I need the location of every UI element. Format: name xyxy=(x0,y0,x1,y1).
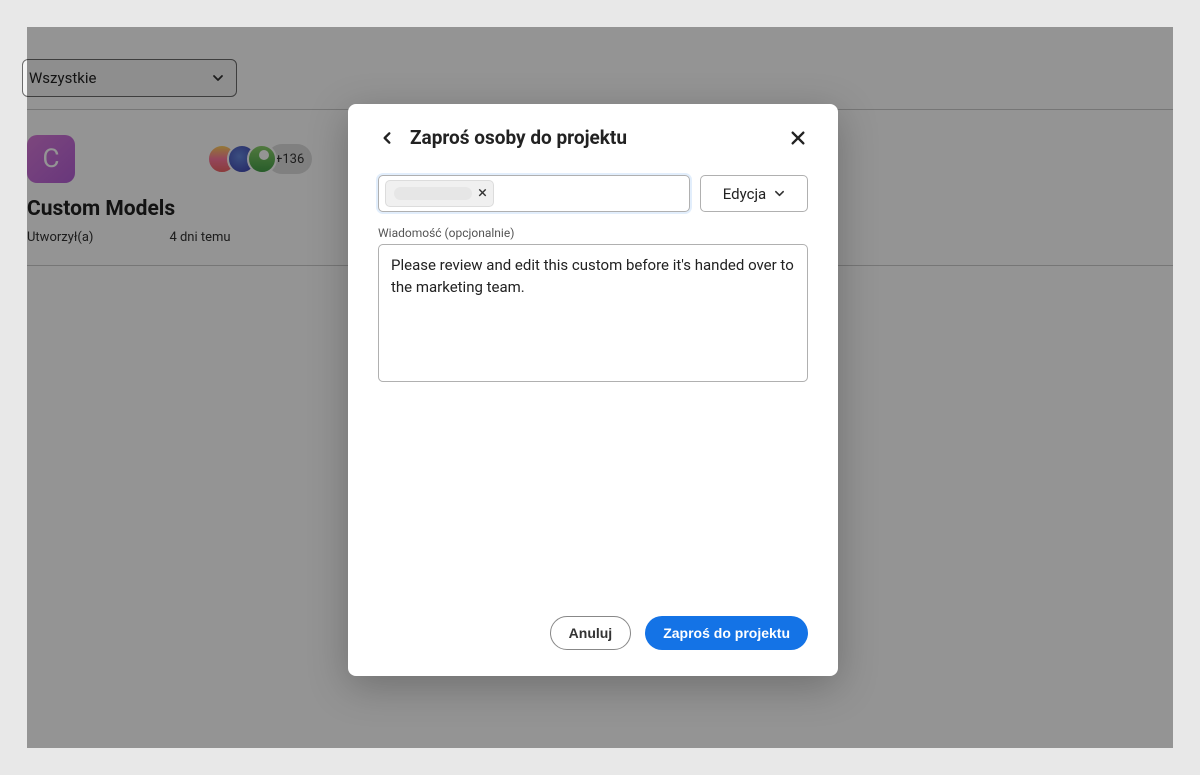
invite-button[interactable]: Zaproś do projektu xyxy=(645,616,808,650)
modal-footer: Anuluj Zaproś do projektu xyxy=(378,616,808,650)
role-select-label: Edycja xyxy=(723,185,766,203)
invitee-input[interactable]: × xyxy=(378,175,690,212)
message-textarea[interactable] xyxy=(378,244,808,382)
modal-header: Zaproś osoby do projektu xyxy=(378,126,808,149)
invite-modal: Zaproś osoby do projektu × Edycja Wiadom… xyxy=(348,104,838,676)
invitee-chip: × xyxy=(385,180,494,207)
invite-row: × Edycja xyxy=(378,175,808,212)
modal-title: Zaproś osoby do projektu xyxy=(410,126,774,149)
message-label: Wiadomość (opcjonalnie) xyxy=(378,226,808,240)
cancel-button[interactable]: Anuluj xyxy=(550,616,632,650)
chevron-down-icon xyxy=(774,188,785,199)
role-select[interactable]: Edycja xyxy=(700,175,808,212)
close-button[interactable] xyxy=(788,128,808,148)
close-icon xyxy=(790,130,806,146)
back-button[interactable] xyxy=(378,129,396,147)
chevron-left-icon xyxy=(380,131,394,145)
invitee-chip-text xyxy=(394,187,472,200)
chip-remove-button[interactable]: × xyxy=(478,185,487,202)
